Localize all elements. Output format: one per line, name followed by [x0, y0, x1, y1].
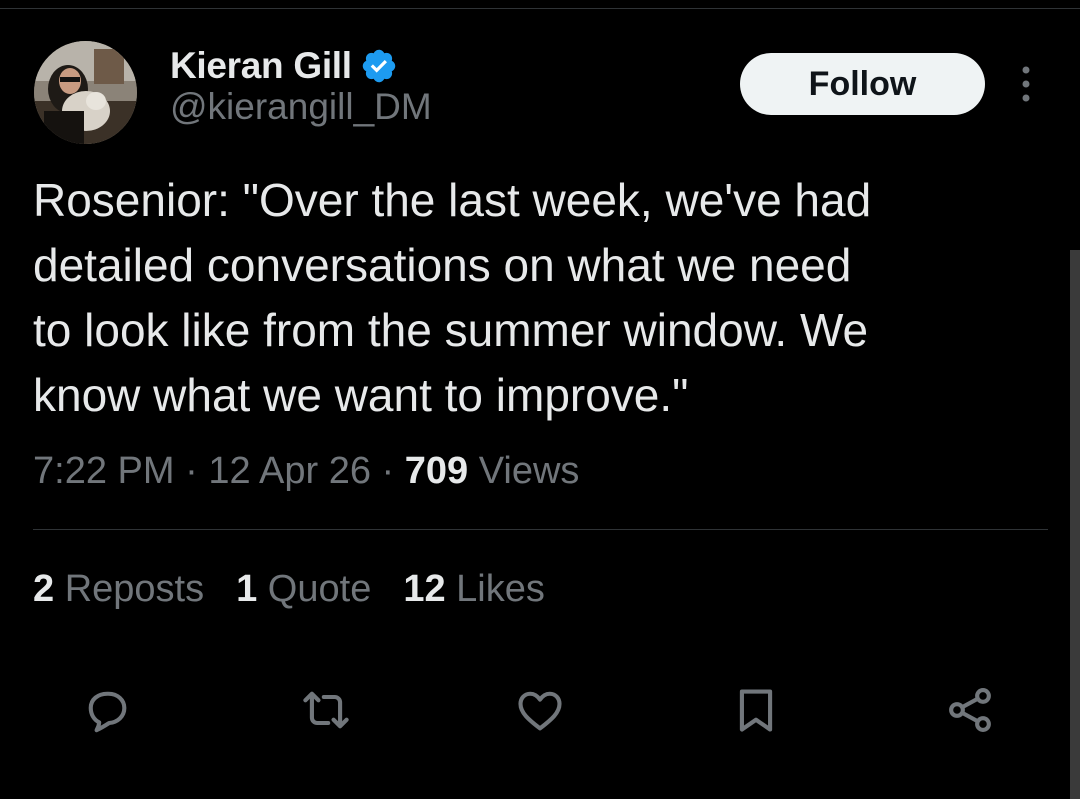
display-name[interactable]: Kieran Gill — [170, 45, 352, 87]
likes-label: Likes — [445, 568, 545, 610]
views-label: Views — [468, 450, 580, 492]
verified-badge-icon[interactable] — [360, 47, 398, 85]
author-handle[interactable]: @kierangill_DM — [170, 86, 432, 128]
follow-button[interactable]: Follow — [740, 53, 985, 115]
tweet-text: Rosenior: "Over the last week, we've had… — [33, 174, 872, 421]
repost-icon[interactable] — [300, 684, 352, 736]
avatar[interactable] — [34, 41, 137, 144]
reposts-label: Reposts — [54, 568, 205, 610]
tweet-date[interactable]: 12 Apr 26 — [208, 450, 371, 492]
heart-icon[interactable] — [514, 684, 566, 736]
meta-separator: · — [174, 450, 209, 492]
bookmark-icon[interactable] — [730, 684, 782, 736]
stats-divider — [33, 529, 1048, 530]
reposts-count: 2 — [33, 568, 55, 610]
quotes-label: Quote — [257, 568, 372, 610]
quotes-count: 1 — [236, 568, 258, 610]
tweet-meta: 7:22 PM · 12 Apr 26 · 709 Views — [33, 450, 579, 493]
tweet-author: Kieran Gill @kierangill_DM — [170, 40, 432, 128]
scrollbar[interactable] — [1070, 250, 1080, 799]
reply-icon[interactable] — [81, 684, 133, 736]
meta-separator: · — [371, 450, 405, 492]
tweet-time[interactable]: 7:22 PM — [33, 450, 175, 492]
quotes-stat[interactable]: 1 Quote — [236, 568, 371, 611]
more-vertical-icon[interactable] — [1013, 64, 1039, 104]
reposts-stat[interactable]: 2 Reposts — [33, 568, 204, 611]
top-divider — [0, 8, 1080, 9]
views-count: 709 — [404, 450, 469, 492]
likes-count: 12 — [403, 568, 446, 610]
likes-stat[interactable]: 12 Likes — [403, 568, 545, 611]
share-icon[interactable] — [944, 684, 996, 736]
engagement-stats: 2 Reposts 1 Quote 12 Likes — [33, 568, 577, 611]
name-row: Kieran Gill — [170, 40, 432, 92]
